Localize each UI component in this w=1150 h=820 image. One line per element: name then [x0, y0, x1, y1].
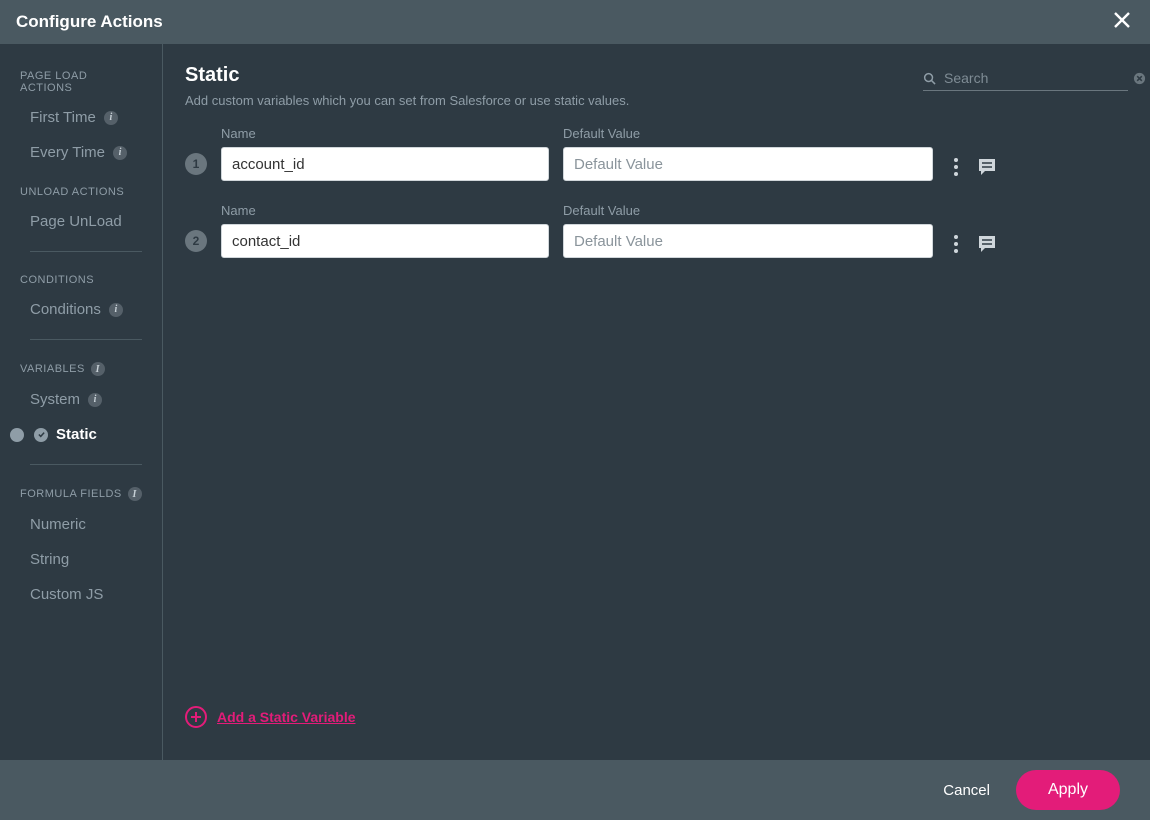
sidebar-item-every-time[interactable]: Every Time i	[10, 135, 152, 170]
sidebar-item-label: Custom JS	[30, 586, 103, 603]
sidebar-heading-label: PAGE LOAD ACTIONS	[20, 70, 142, 94]
row-number-badge: 1	[185, 153, 207, 175]
name-input[interactable]	[221, 224, 549, 258]
sidebar-item-custom-js[interactable]: Custom JS	[10, 577, 152, 612]
search-field[interactable]	[923, 70, 1128, 91]
sidebar-heading-label: VARIABLES	[20, 363, 85, 375]
info-icon[interactable]: i	[113, 146, 127, 160]
variable-row: 2 Name Default Value	[185, 203, 1128, 258]
sidebar-item-label: Every Time	[30, 144, 105, 161]
sidebar-heading-label: CONDITIONS	[20, 274, 94, 286]
sidebar-heading-unload: UNLOAD ACTIONS	[10, 178, 152, 204]
add-static-variable-button[interactable]: Add a Static Variable	[185, 698, 1128, 750]
configure-actions-dialog: Configure Actions PAGE LOAD ACTIONS Firs…	[0, 0, 1150, 820]
sidebar-item-static[interactable]: Static	[10, 417, 152, 452]
more-icon[interactable]	[953, 234, 959, 254]
info-icon[interactable]: i	[104, 111, 118, 125]
plus-icon	[185, 706, 207, 728]
page-title: Static	[185, 64, 629, 87]
name-label: Name	[221, 203, 549, 218]
check-icon	[34, 428, 48, 442]
add-variable-label: Add a Static Variable	[217, 709, 356, 725]
sidebar-item-system[interactable]: System i	[10, 382, 152, 417]
sidebar-item-label: System	[30, 391, 80, 408]
default-input[interactable]	[563, 224, 933, 258]
sidebar-item-label: Static	[56, 426, 97, 443]
apply-button[interactable]: Apply	[1016, 770, 1120, 810]
name-input[interactable]	[221, 147, 549, 181]
info-icon[interactable]: i	[109, 303, 123, 317]
comment-icon[interactable]	[977, 157, 997, 177]
sidebar-heading-page-load: PAGE LOAD ACTIONS	[10, 62, 152, 100]
sidebar-item-label: String	[30, 551, 69, 568]
default-input[interactable]	[563, 147, 933, 181]
main-header: Static Add custom variables which you ca…	[185, 64, 1128, 108]
sidebar-item-numeric[interactable]: Numeric	[10, 507, 152, 542]
dialog-titlebar: Configure Actions	[0, 0, 1150, 44]
divider	[30, 339, 142, 340]
more-icon[interactable]	[953, 157, 959, 177]
sidebar-heading-label: UNLOAD ACTIONS	[20, 186, 124, 198]
sidebar: PAGE LOAD ACTIONS First Time i Every Tim…	[0, 44, 163, 760]
sidebar-heading-variables: VARIABLES i	[10, 354, 152, 382]
search-input[interactable]	[944, 70, 1125, 86]
info-icon[interactable]: i	[128, 487, 142, 501]
cancel-button[interactable]: Cancel	[943, 782, 990, 799]
name-field: Name	[221, 126, 549, 181]
clear-icon[interactable]	[1133, 72, 1146, 85]
sidebar-heading-conditions: CONDITIONS	[10, 266, 152, 292]
sidebar-item-conditions[interactable]: Conditions i	[10, 292, 152, 327]
sidebar-heading-formula: FORMULA FIELDS i	[10, 479, 152, 507]
row-actions	[953, 234, 997, 254]
sidebar-section-variables: VARIABLES i System i Static	[10, 354, 152, 452]
main-header-text: Static Add custom variables which you ca…	[185, 64, 629, 108]
variable-rows: 1 Name Default Value	[185, 126, 1128, 280]
default-label: Default Value	[563, 126, 933, 141]
divider	[30, 464, 142, 465]
name-field: Name	[221, 203, 549, 258]
sidebar-section-unload: UNLOAD ACTIONS Page UnLoad	[10, 178, 152, 239]
sidebar-section-conditions: CONDITIONS Conditions i	[10, 266, 152, 327]
sidebar-item-page-unload[interactable]: Page UnLoad	[10, 204, 152, 239]
default-label: Default Value	[563, 203, 933, 218]
divider	[30, 251, 142, 252]
sidebar-item-label: Numeric	[30, 516, 86, 533]
comment-icon[interactable]	[977, 234, 997, 254]
sidebar-item-label: Page UnLoad	[30, 213, 122, 230]
page-subtitle: Add custom variables which you can set f…	[185, 93, 629, 108]
sidebar-item-string[interactable]: String	[10, 542, 152, 577]
sidebar-section-formula: FORMULA FIELDS i Numeric String Custom J…	[10, 479, 152, 612]
name-label: Name	[221, 126, 549, 141]
search-icon	[923, 72, 936, 85]
sidebar-section-page-load: PAGE LOAD ACTIONS First Time i Every Tim…	[10, 62, 152, 170]
row-number-badge: 2	[185, 230, 207, 252]
variable-row: 1 Name Default Value	[185, 126, 1128, 181]
sidebar-heading-label: FORMULA FIELDS	[20, 488, 122, 500]
dialog-footer: Cancel Apply	[0, 760, 1150, 820]
dialog-title: Configure Actions	[16, 12, 163, 32]
info-icon[interactable]: i	[91, 362, 105, 376]
sidebar-item-label: First Time	[30, 109, 96, 126]
sidebar-item-first-time[interactable]: First Time i	[10, 100, 152, 135]
default-field: Default Value	[563, 203, 933, 258]
sidebar-item-label: Conditions	[30, 301, 101, 318]
main-panel: Static Add custom variables which you ca…	[163, 44, 1150, 760]
dialog-body: PAGE LOAD ACTIONS First Time i Every Tim…	[0, 44, 1150, 760]
info-icon[interactable]: i	[88, 393, 102, 407]
close-icon[interactable]	[1112, 10, 1132, 35]
row-actions	[953, 157, 997, 177]
default-field: Default Value	[563, 126, 933, 181]
